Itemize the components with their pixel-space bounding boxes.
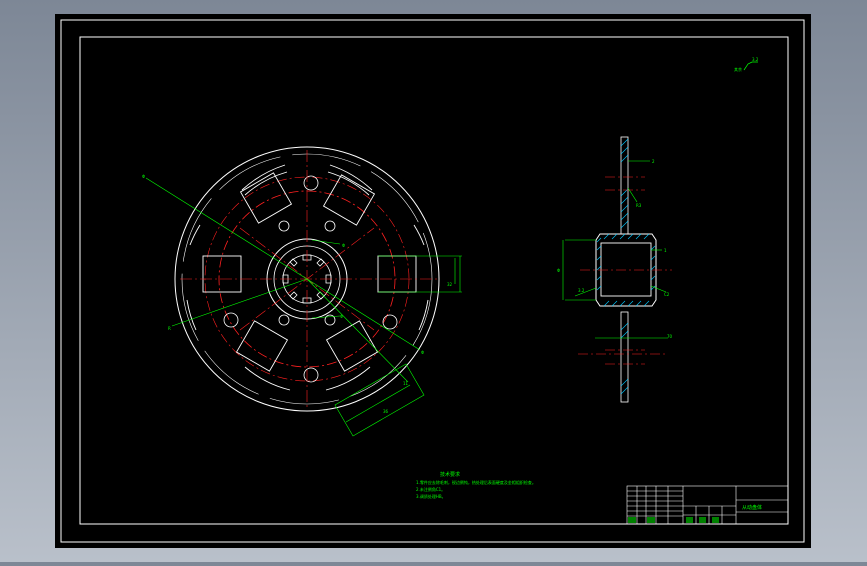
cad-viewport[interactable]: Φ R 32 11 Φ 36 Φ Φ 2 Φ 3.2 C2 R3 70 1 其余…: [0, 0, 867, 562]
svg-text:其余: 其余: [734, 66, 742, 72]
note-3: 3.调质处理HB。: [416, 493, 446, 499]
svg-text:C2: C2: [664, 292, 670, 297]
part-name: 从动盘体: [742, 504, 762, 511]
note-1: 1.零件应去除毛刺，锐边倒钝，热处理后表面硬度及金相组织检查。: [416, 479, 536, 485]
svg-text:Φ: Φ: [340, 314, 343, 319]
note-2: 2.未注倒角C1。: [416, 486, 445, 492]
svg-text:R: R: [168, 326, 171, 331]
svg-text:32: 32: [447, 282, 453, 287]
drawing-sheet: [55, 14, 811, 548]
svg-text:Φ: Φ: [142, 174, 145, 179]
svg-text:11: 11: [403, 381, 409, 386]
svg-text:Φ: Φ: [342, 243, 345, 248]
svg-text:Φ: Φ: [421, 350, 424, 355]
svg-text:3.2: 3.2: [578, 288, 585, 293]
svg-text:R3: R3: [636, 203, 642, 208]
svg-text:Φ: Φ: [557, 268, 560, 273]
svg-text:36: 36: [383, 409, 389, 414]
svg-text:70: 70: [667, 334, 673, 339]
svg-text:3.2: 3.2: [752, 57, 759, 62]
notes-title: 技术要求: [440, 471, 460, 478]
